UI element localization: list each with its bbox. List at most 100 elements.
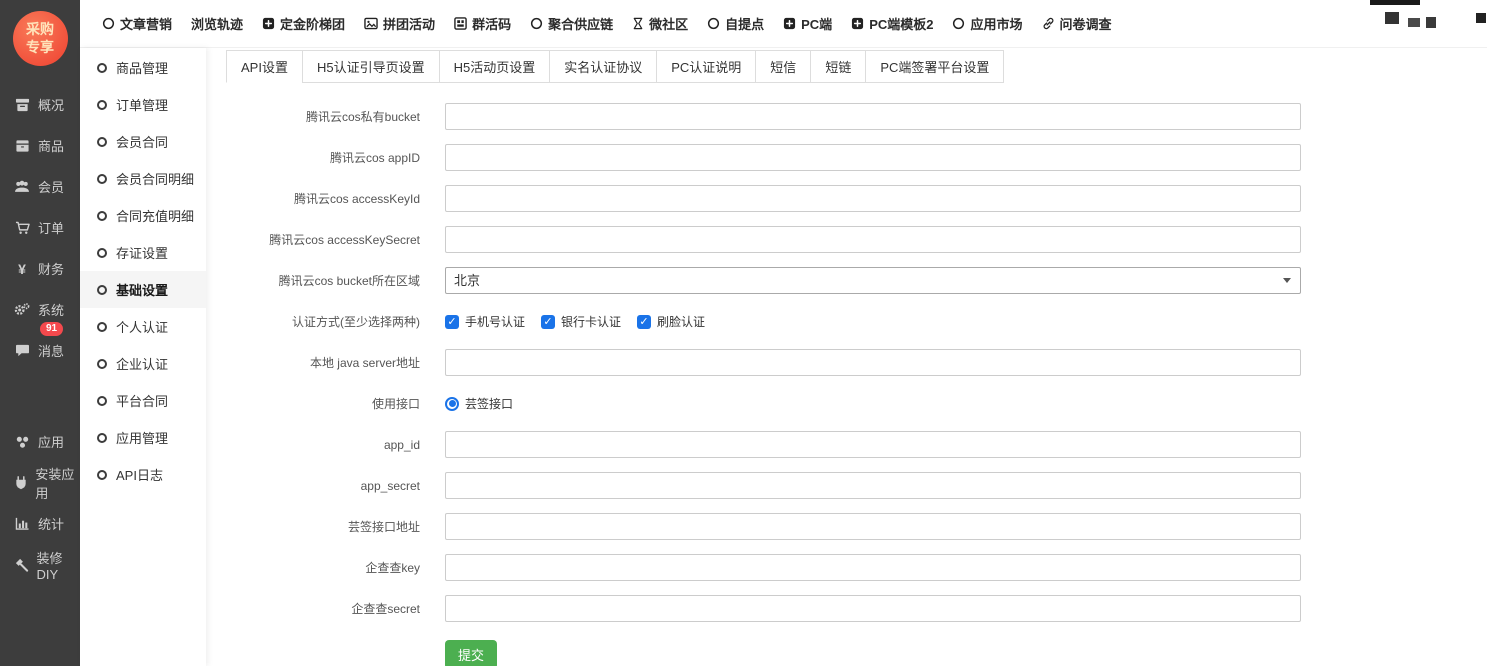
nav-pc[interactable]: PC端 [783,14,832,33]
submenu-label: 平台合同 [116,391,168,410]
submenu-item-api-log[interactable]: API日志 [80,456,206,493]
circle-icon [97,322,107,332]
api-settings-form: 腾讯云cos私有bucket 腾讯云cos appID 腾讯云cos acces… [226,103,1487,666]
checkbox-label: 刷脸认证 [657,313,705,330]
form-row: 腾讯云cos accessKeyId [226,185,1487,212]
form-row: 使用接口 芸签接口 [226,390,1487,417]
submenu-item-order-management[interactable]: 订单管理 [80,86,206,123]
sidebar-item-diy[interactable]: 装修DIY [0,544,80,585]
sidebar-item-label: 安装应用 [35,464,80,502]
submenu-item-goods-management[interactable]: 商品管理 [80,49,206,86]
nav-micro-community[interactable]: 微社区 [632,14,688,33]
tab-api-settings[interactable]: API设置 [226,50,303,83]
submenu-item-enterprise-auth[interactable]: 企业认证 [80,345,206,382]
submenu-item-platform-contract[interactable]: 平台合同 [80,382,206,419]
tab-h5-activity-page[interactable]: H5活动页设置 [439,50,551,83]
radio-yunsign-api[interactable]: 芸签接口 [445,395,513,412]
sidebar-item-apps[interactable]: 应用 [0,421,80,462]
tab-pc-sign-platform[interactable]: PC端签署平台设置 [865,50,1004,83]
cos-accesskeyid-input[interactable] [445,185,1301,212]
sidebar-item-orders[interactable]: 订单 [0,207,80,248]
square-plus-icon [851,17,864,30]
nav-supply-chain[interactable]: 聚合供应链 [530,14,613,33]
submenu-label: API日志 [116,465,163,484]
circle-icon [97,174,107,184]
submenu-label: 个人认证 [116,317,168,336]
sidebar-item-overview[interactable]: 概况 [0,84,80,125]
cos-appid-input[interactable] [445,144,1301,171]
field-label: app_secret [226,479,445,493]
tab-realname-agreement[interactable]: 实名认证协议 [549,50,657,83]
cos-accesskeysecret-input[interactable] [445,226,1301,253]
sidebar-item-label: 订单 [38,218,64,237]
nav-label: 定金阶梯团 [280,14,345,33]
field-label: 使用接口 [226,395,445,412]
submit-button[interactable]: 提交 [445,640,497,666]
app-id-input[interactable] [445,431,1301,458]
sidebar-item-finance[interactable]: ¥ 财务 [0,248,80,289]
content-row: 商品管理 订单管理 会员合同 会员合同明细 合同充值明细 存证设置 基础设置 个… [80,48,1487,666]
form-row: 企查查secret [226,595,1487,622]
sidebar-item-label: 消息 [38,341,64,360]
submenu-item-basic-settings[interactable]: 基础设置 [80,271,206,308]
form-row: 本地 java server地址 [226,349,1487,376]
cos-private-bucket-input[interactable] [445,103,1301,130]
nav-label: 自提点 [725,14,764,33]
qichacha-key-input[interactable] [445,554,1301,581]
nav-group-activity[interactable]: 拼团活动 [364,14,435,33]
brand-logo[interactable]: 采购 专享 [13,11,68,66]
nav-pickup-point[interactable]: 自提点 [707,14,764,33]
tab-sms[interactable]: 短信 [755,50,811,83]
submenu-label: 商品管理 [116,58,168,77]
square-plus-icon [262,17,275,30]
field-label: 认证方式(至少选择两种) [226,313,445,330]
nav-article-marketing[interactable]: 文章营销 [102,14,172,33]
nav-label: 问卷调查 [1060,14,1112,33]
local-java-server-input[interactable] [445,349,1301,376]
nav-label: 微社区 [649,14,688,33]
submenu-item-member-contract[interactable]: 会员合同 [80,123,206,160]
field-label: 企查查key [226,559,445,576]
checkbox-checked-icon [637,315,651,329]
nav-browse-track[interactable]: 浏览轨迹 [191,14,243,33]
submenu-label: 会员合同明细 [116,169,194,188]
tab-h5-auth-guide[interactable]: H5认证引导页设置 [302,50,440,83]
sidebar-item-label: 应用 [38,432,64,451]
circle-icon [97,433,107,443]
app-secret-input[interactable] [445,472,1301,499]
sidebar-item-messages[interactable]: 91 消息 [0,330,80,371]
nav-group-qrcode[interactable]: 群活码 [454,14,511,33]
sidebar-item-system[interactable]: 系统 [0,289,80,330]
cos-bucket-region-select[interactable]: 北京 [445,267,1301,294]
unread-badge: 91 [40,322,63,336]
submenu-item-contract-recharge-detail[interactable]: 合同充值明细 [80,197,206,234]
submenu-item-app-management[interactable]: 应用管理 [80,419,206,456]
nav-app-market[interactable]: 应用市场 [952,14,1022,33]
submenu-item-evidence-settings[interactable]: 存证设置 [80,234,206,271]
nav-label: 聚合供应链 [548,14,613,33]
circle-icon [97,63,107,73]
form-row: 认证方式(至少选择两种) 手机号认证 银行卡认证 [226,308,1487,335]
tab-shortlink[interactable]: 短链 [810,50,866,83]
nav-survey[interactable]: 问卷调查 [1042,14,1112,33]
checkbox-face-auth[interactable]: 刷脸认证 [637,313,705,330]
sidebar-item-install-apps[interactable]: 安装应用 [0,462,80,503]
checkbox-phone-auth[interactable]: 手机号认证 [445,313,525,330]
submenu-item-personal-auth[interactable]: 个人认证 [80,308,206,345]
tab-pc-auth-desc[interactable]: PC认证说明 [656,50,756,83]
radio-label: 芸签接口 [465,395,513,412]
submenu-item-member-contract-detail[interactable]: 会员合同明细 [80,160,206,197]
yunsign-api-url-input[interactable] [445,513,1301,540]
field-label: 芸签接口地址 [226,518,445,535]
sidebar-item-stats[interactable]: 统计 [0,503,80,544]
top-navbar: 文章营销 浏览轨迹 定金阶梯团 拼团活动 群活码 聚合供应链 [80,0,1487,48]
nav-pc-template2[interactable]: PC端模板2 [851,14,933,33]
qichacha-secret-input[interactable] [445,595,1301,622]
circle-icon [97,396,107,406]
checkbox-bankcard-auth[interactable]: 银行卡认证 [541,313,621,330]
sidebar-item-label: 系统 [38,300,64,319]
nav-deposit-ladder-group[interactable]: 定金阶梯团 [262,14,345,33]
sidebar-item-goods[interactable]: 商品 [0,125,80,166]
sidebar-item-members[interactable]: 会员 [0,166,80,207]
form-row: app_id [226,431,1487,458]
